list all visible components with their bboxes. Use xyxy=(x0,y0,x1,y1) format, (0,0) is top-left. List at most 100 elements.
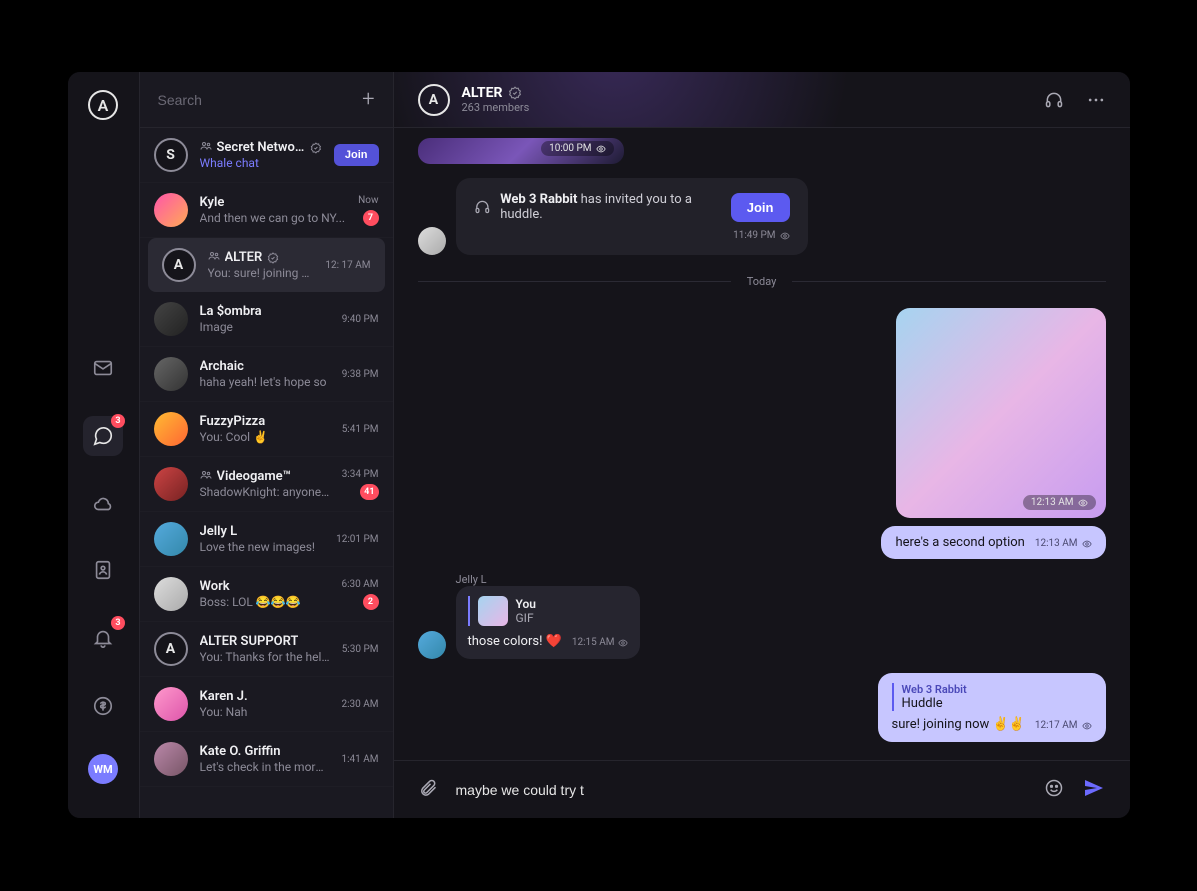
huddle-invite-card: Web 3 Rabbit has invited you to a huddle… xyxy=(456,178,808,255)
chat-list-item[interactable]: Videogame™ShadowKnight: anyone wanna...3… xyxy=(140,457,393,512)
chat-avatar xyxy=(154,687,188,721)
chat-name: ALTER xyxy=(225,250,263,265)
chat-list-item[interactable]: Jelly LLove the new images!12:01 PM xyxy=(140,512,393,567)
chat-avatar xyxy=(154,357,188,391)
message-timestamp: 10:00 PM xyxy=(541,141,613,156)
message-image[interactable]: 12:13 AM xyxy=(896,308,1106,518)
chat-main: A ALTER 263 members 10:00 PM xyxy=(394,72,1130,818)
message-timestamp: 12:13 AM xyxy=(1023,495,1096,510)
unread-badge: 7 xyxy=(363,210,379,226)
more-icon[interactable] xyxy=(1086,90,1106,110)
chat-time: Now xyxy=(358,195,378,206)
channel-avatar[interactable]: A xyxy=(418,84,450,116)
reply-preview[interactable]: Web 3 Rabbit Huddle xyxy=(892,683,1092,711)
chat-time: 5:41 PM xyxy=(342,424,379,435)
message-input[interactable] xyxy=(456,782,1026,798)
search-input[interactable] xyxy=(158,92,353,108)
join-button[interactable]: Join xyxy=(334,144,379,166)
chat-name: Kyle xyxy=(200,195,225,210)
message-image[interactable]: 10:00 PM xyxy=(418,138,624,164)
message-timestamp: 12:15 AM xyxy=(572,637,629,648)
message-timestamp: 12:13 AM xyxy=(1035,538,1092,549)
unread-badge: 2 xyxy=(363,594,379,610)
chat-list-item[interactable]: A ALTERYou: sure! joining now ✌✌ 12: 17 AM xyxy=(148,238,385,292)
chat-list-item[interactable]: SSecret NetworkWhale chatJoin xyxy=(140,128,393,183)
chat-name: Work xyxy=(200,579,230,594)
message-composer xyxy=(394,760,1130,818)
chat-time: 1:41 AM xyxy=(341,754,378,765)
chat-name: Secret Network xyxy=(217,140,306,155)
chat-header: A ALTER 263 members xyxy=(394,72,1130,128)
chat-list-item[interactable]: FuzzyPizzaYou: Cool ✌ 5:41 PM xyxy=(140,402,393,457)
chat-time: 5:30 PM xyxy=(342,644,379,655)
emoji-icon[interactable] xyxy=(1044,778,1064,802)
chat-time: 2:30 AM xyxy=(341,699,378,710)
chat-time: 3:34 PM xyxy=(342,469,379,480)
chat-name: Jelly L xyxy=(200,524,238,539)
cloud-icon[interactable] xyxy=(83,484,123,524)
chat-time: 6:30 AM xyxy=(341,579,378,590)
group-icon xyxy=(208,250,220,265)
group-icon xyxy=(200,140,212,155)
message-list: 10:00 PM Web 3 Rabbit has invited you to… xyxy=(394,128,1130,760)
message-timestamp: 12:17 AM xyxy=(1035,720,1092,731)
bell-icon[interactable]: 3 xyxy=(83,618,123,658)
chat-snippet: You: Nah xyxy=(200,705,330,719)
chat-snippet: Love the new images! xyxy=(200,540,325,554)
chat-avatar: A xyxy=(162,248,196,282)
chat-avatar xyxy=(154,412,188,446)
chat-name: FuzzyPizza xyxy=(200,414,266,429)
message-bubble-outgoing[interactable]: here's a second option 12:13 AM xyxy=(881,526,1105,559)
chat-snippet: haha yeah! let's hope so xyxy=(200,375,330,389)
chat-avatar xyxy=(154,577,188,611)
reply-preview[interactable]: You GIF xyxy=(468,596,629,626)
chat-list-item[interactable]: Kate O. GriffinLet's check in the mornin… xyxy=(140,732,393,787)
unread-badge: 41 xyxy=(360,484,378,500)
chat-avatar xyxy=(154,522,188,556)
chat-snippet: You: Cool ✌ xyxy=(200,430,330,444)
chat-snippet: You: sure! joining now ✌✌ xyxy=(208,266,314,280)
chat-list-item[interactable]: La $ombraImage9:40 PM xyxy=(140,292,393,347)
mail-icon[interactable] xyxy=(83,348,123,388)
user-avatar[interactable]: WM xyxy=(88,754,118,784)
chat-list-item[interactable]: AALTER SUPPORTYou: Thanks for the help!5… xyxy=(140,622,393,677)
date-divider: Today xyxy=(418,275,1106,288)
chat-name: ALTER SUPPORT xyxy=(200,634,299,649)
contacts-icon[interactable] xyxy=(83,550,123,590)
chat-snippet: And then we can go to NY... xyxy=(200,211,347,225)
chat-snippet: You: Thanks for the help! xyxy=(200,650,330,664)
chat-time: 12: 17 AM xyxy=(325,260,370,271)
sender-name: Jelly L xyxy=(456,573,1106,586)
attachment-icon[interactable] xyxy=(418,778,438,802)
chat-list: SSecret NetworkWhale chatJoinKyleAnd the… xyxy=(140,128,393,818)
reply-thumbnail xyxy=(478,596,508,626)
chat-time: 9:40 PM xyxy=(342,314,379,325)
channel-title[interactable]: ALTER xyxy=(462,85,530,101)
app-logo[interactable]: A xyxy=(88,90,118,120)
new-chat-button[interactable]: + xyxy=(362,87,374,112)
sidebar: + SSecret NetworkWhale chatJoinKyleAnd t… xyxy=(140,72,394,818)
headphones-icon[interactable] xyxy=(1044,90,1064,110)
chat-snippet: ShadowKnight: anyone wanna... xyxy=(200,485,330,499)
chat-list-item[interactable]: KyleAnd then we can go to NY... Now 7 xyxy=(140,183,393,238)
chat-icon[interactable]: 3 xyxy=(83,416,123,456)
send-button[interactable] xyxy=(1082,776,1106,804)
chat-avatar xyxy=(154,742,188,776)
chat-list-item[interactable]: WorkBoss: LOL 😂😂😂6:30 AM2 xyxy=(140,567,393,622)
group-icon xyxy=(200,469,212,484)
chat-snippet: Whale chat xyxy=(200,156,322,170)
chat-list-item[interactable]: Archaichaha yeah! let's hope so9:38 PM xyxy=(140,347,393,402)
chat-snippet: Let's check in the morning xyxy=(200,760,330,774)
headphones-icon xyxy=(474,198,491,216)
chat-snippet: Image xyxy=(200,320,330,334)
chat-list-item[interactable]: Karen J.You: Nah2:30 AM xyxy=(140,677,393,732)
message-bubble-outgoing[interactable]: Web 3 Rabbit Huddle sure! joining now ✌️… xyxy=(878,673,1106,742)
huddle-text: Web 3 Rabbit has invited you to a huddle… xyxy=(500,192,721,222)
currency-icon[interactable] xyxy=(83,686,123,726)
chat-name: Kate O. Griffin xyxy=(200,744,281,759)
nav-rail: A 3 3 WM xyxy=(68,72,140,818)
message-bubble-incoming[interactable]: You GIF those colors! ❤️ 12:15 AM xyxy=(456,586,641,659)
sender-avatar[interactable] xyxy=(418,227,446,255)
join-huddle-button[interactable]: Join xyxy=(731,193,790,222)
sender-avatar[interactable] xyxy=(418,631,446,659)
